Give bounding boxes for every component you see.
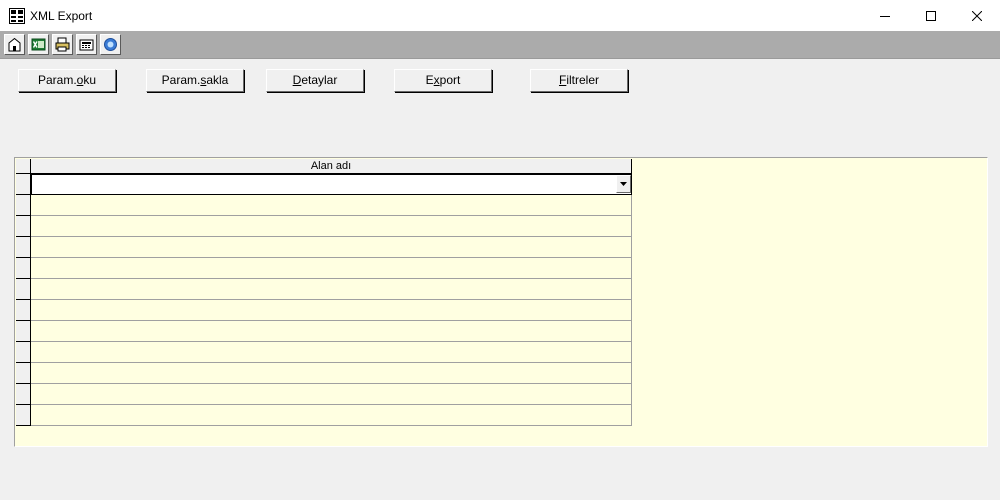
button-label: iltreler bbox=[566, 73, 599, 87]
row-selector[interactable] bbox=[16, 279, 31, 300]
button-accel: D bbox=[292, 73, 302, 87]
table-row[interactable] bbox=[31, 195, 632, 216]
excel-button[interactable] bbox=[28, 34, 49, 55]
row-selector[interactable] bbox=[16, 300, 31, 321]
field-grid[interactable]: Alan adı bbox=[14, 157, 988, 447]
button-label: port bbox=[439, 73, 461, 87]
home-button[interactable] bbox=[4, 34, 25, 55]
table-row[interactable] bbox=[31, 300, 632, 321]
maximize-button[interactable] bbox=[908, 0, 954, 31]
row-selector[interactable] bbox=[16, 195, 31, 216]
row-selector[interactable] bbox=[16, 384, 31, 405]
minimize-button[interactable] bbox=[862, 0, 908, 31]
param-oku-button[interactable]: Param.oku bbox=[18, 69, 116, 92]
column-header-alan-adi[interactable]: Alan adı bbox=[31, 159, 632, 174]
table-row[interactable] bbox=[31, 258, 632, 279]
app-grid-icon bbox=[9, 8, 25, 24]
title-bar: XML Export bbox=[0, 0, 1000, 31]
table-row[interactable] bbox=[31, 321, 632, 342]
alan-adi-dropdown-cell[interactable] bbox=[31, 174, 632, 195]
button-label: Param. bbox=[37, 73, 77, 87]
close-icon bbox=[972, 10, 982, 21]
button-label: Param. bbox=[161, 73, 201, 87]
calculator-button[interactable] bbox=[76, 34, 97, 55]
row-selector[interactable] bbox=[16, 342, 31, 363]
calculator-icon bbox=[79, 39, 94, 51]
row-selector[interactable] bbox=[16, 174, 31, 195]
button-label: etaylar bbox=[301, 73, 338, 87]
table-row[interactable] bbox=[31, 384, 632, 405]
export-button[interactable]: Export bbox=[394, 69, 492, 92]
grid-corner[interactable] bbox=[16, 159, 31, 174]
print-button[interactable] bbox=[52, 34, 73, 55]
toolbar bbox=[0, 31, 1000, 59]
button-label: ku bbox=[83, 73, 97, 87]
detaylar-button[interactable]: Detaylar bbox=[266, 69, 364, 92]
help-button[interactable] bbox=[100, 34, 121, 55]
home-icon bbox=[8, 37, 21, 52]
maximize-icon bbox=[926, 10, 936, 21]
close-button[interactable] bbox=[954, 0, 1000, 31]
table-row[interactable] bbox=[31, 279, 632, 300]
row-selector[interactable] bbox=[16, 405, 31, 426]
button-label: akla bbox=[206, 73, 229, 87]
button-label: E bbox=[425, 73, 434, 87]
filtreler-button[interactable]: Filtreler bbox=[530, 69, 628, 92]
excel-icon bbox=[31, 38, 46, 51]
window-title: XML Export bbox=[30, 9, 93, 23]
row-selector[interactable] bbox=[16, 321, 31, 342]
minimize-icon bbox=[880, 15, 890, 17]
table-row[interactable] bbox=[31, 363, 632, 384]
print-icon bbox=[55, 37, 70, 52]
table-row[interactable] bbox=[31, 342, 632, 363]
dropdown-button[interactable] bbox=[616, 175, 631, 193]
table-row[interactable] bbox=[31, 216, 632, 237]
row-selector[interactable] bbox=[16, 237, 31, 258]
chevron-down-icon bbox=[620, 182, 627, 186]
row-selector[interactable] bbox=[16, 216, 31, 237]
help-icon bbox=[104, 38, 117, 51]
param-sakla-button[interactable]: Param.sakla bbox=[146, 69, 244, 92]
row-selector[interactable] bbox=[16, 258, 31, 279]
row-selector[interactable] bbox=[16, 363, 31, 384]
table-row[interactable] bbox=[31, 405, 632, 426]
table-row[interactable] bbox=[31, 237, 632, 258]
